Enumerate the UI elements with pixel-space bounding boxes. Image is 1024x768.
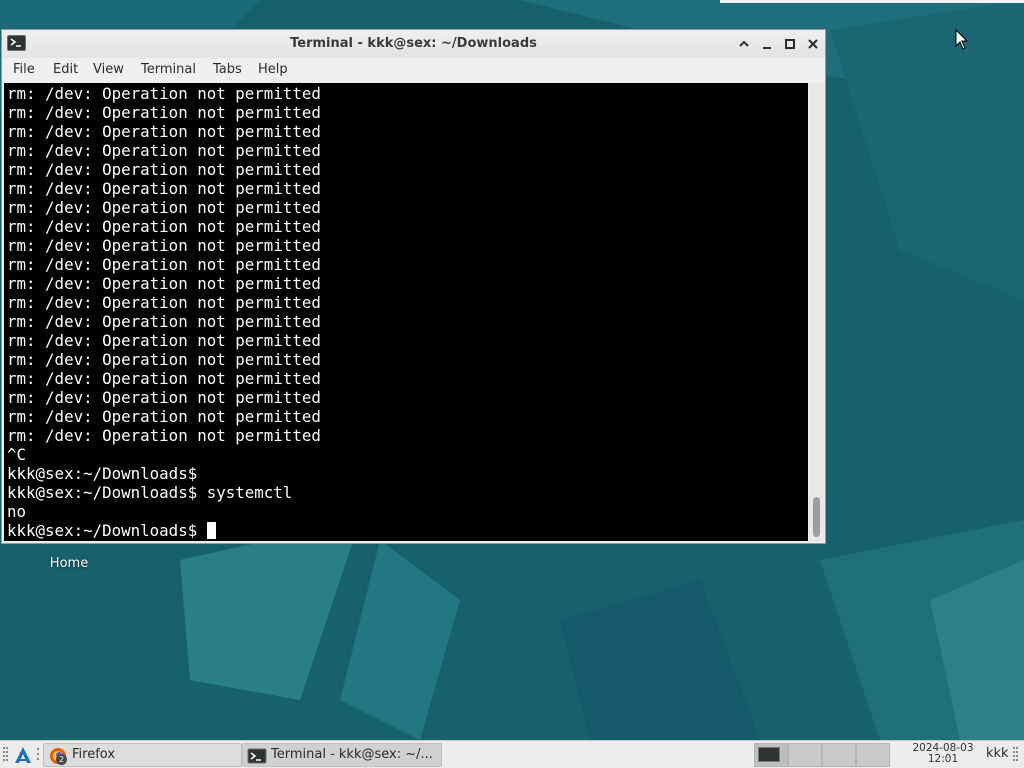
- terminal-window[interactable]: Terminal - kkk@sex: ~/Downloads File Edi…: [1, 29, 826, 544]
- terminal-line: kkk@sex:~/Downloads$: [7, 464, 198, 483]
- terminal-line: kkk@sex:~/Downloads$ systemctl: [7, 483, 293, 502]
- terminal-line: rm: /dev: Operation not permitted: [7, 217, 321, 236]
- chevron-up-icon: [739, 40, 749, 47]
- terminal-prompt: kkk@sex:~/Downloads$: [7, 521, 207, 540]
- workspace-4[interactable]: [856, 743, 890, 767]
- terminal-line: rm: /dev: Operation not permitted: [7, 198, 321, 217]
- terminal-line: rm: /dev: Operation not permitted: [7, 255, 321, 274]
- taskbar-item-label: Terminal - kkk@sex: ~/...: [271, 747, 433, 762]
- taskbar: 2 Firefox Terminal - kkk@sex: ~/... 2024…: [0, 740, 1024, 768]
- terminal-line: rm: /dev: Operation not permitted: [7, 160, 321, 179]
- menu-help[interactable]: Help: [258, 58, 288, 82]
- text-cursor: [206, 522, 216, 539]
- terminal-line: rm: /dev: Operation not permitted: [7, 103, 321, 122]
- terminal-line: rm: /dev: Operation not permitted: [7, 293, 321, 312]
- menu-tabs[interactable]: Tabs: [213, 58, 242, 82]
- terminal-line: no: [7, 502, 27, 521]
- terminal-line: rm: /dev: Operation not permitted: [7, 122, 321, 141]
- terminal-line: rm: /dev: Operation not permitted: [7, 407, 321, 426]
- terminal-output[interactable]: rm: /dev: Operation not permitted rm: /d…: [4, 83, 808, 541]
- terminal-line: ^C: [7, 445, 27, 464]
- terminal-line: rm: /dev: Operation not permitted: [7, 84, 321, 103]
- taskbar-item-label: Firefox: [72, 747, 116, 762]
- shade-button[interactable]: [735, 35, 753, 53]
- app-menu-icon[interactable]: [14, 746, 32, 764]
- close-icon: [808, 39, 818, 49]
- panel-handle-icon[interactable]: [3, 747, 9, 763]
- title-bar[interactable]: Terminal - kkk@sex: ~/Downloads: [2, 30, 825, 58]
- terminal-line: rm: /dev: Operation not permitted: [7, 350, 321, 369]
- terminal-line: rm: /dev: Operation not permitted: [7, 331, 321, 350]
- menu-edit[interactable]: Edit: [53, 58, 78, 82]
- terminal-icon: [247, 748, 267, 764]
- clock[interactable]: 2024-08-03 12:01: [902, 743, 984, 767]
- terminal-scrollbar[interactable]: [809, 83, 824, 541]
- terminal-line: rm: /dev: Operation not permitted: [7, 179, 321, 198]
- minimize-button[interactable]: [758, 35, 776, 53]
- mouse-pointer-icon: [955, 29, 969, 50]
- workspace-1[interactable]: [754, 743, 788, 767]
- panel-separator: [37, 748, 39, 760]
- user-menu[interactable]: kkk: [986, 741, 1009, 768]
- desktop: Terminal - kkk@sex: ~/Downloads File Edi…: [0, 0, 1024, 768]
- close-button[interactable]: [804, 35, 822, 53]
- terminal-line: rm: /dev: Operation not permitted: [7, 388, 321, 407]
- taskbar-item-firefox[interactable]: 2 Firefox: [43, 743, 242, 767]
- terminal-line: rm: /dev: Operation not permitted: [7, 312, 321, 331]
- terminal-line: rm: /dev: Operation not permitted: [7, 141, 321, 160]
- terminal-line: rm: /dev: Operation not permitted: [7, 369, 321, 388]
- terminal-line: rm: /dev: Operation not permitted: [7, 274, 321, 293]
- menu-file[interactable]: File: [13, 58, 35, 82]
- workspace-3[interactable]: [822, 743, 856, 767]
- terminal-lines: rm: /dev: Operation not permitted rm: /d…: [7, 84, 321, 540]
- top-strip: [720, 0, 1024, 3]
- scrollbar-thumb[interactable]: [813, 497, 820, 537]
- maximize-icon: [785, 39, 795, 49]
- minimize-icon: [763, 47, 771, 49]
- terminal-line: rm: /dev: Operation not permitted: [7, 426, 321, 445]
- maximize-button[interactable]: [781, 35, 799, 53]
- panel-handle-icon[interactable]: [1013, 747, 1019, 763]
- terminal-prompt-line[interactable]: kkk@sex:~/Downloads$: [7, 521, 321, 540]
- clock-time: 12:01: [927, 753, 959, 765]
- window-title: Terminal - kkk@sex: ~/Downloads: [290, 36, 537, 51]
- workspace-2[interactable]: [788, 743, 822, 767]
- workspace-window-thumbnail: [758, 747, 780, 762]
- menu-bar: File Edit View Terminal Tabs Help: [2, 58, 825, 82]
- terminal-line: rm: /dev: Operation not permitted: [7, 236, 321, 255]
- menu-view[interactable]: View: [93, 58, 124, 82]
- taskbar-item-terminal[interactable]: Terminal - kkk@sex: ~/...: [242, 743, 442, 767]
- menu-terminal[interactable]: Terminal: [141, 58, 196, 82]
- desktop-icon-home-label[interactable]: Home: [38, 556, 100, 571]
- window-count-badge: 2: [56, 754, 67, 765]
